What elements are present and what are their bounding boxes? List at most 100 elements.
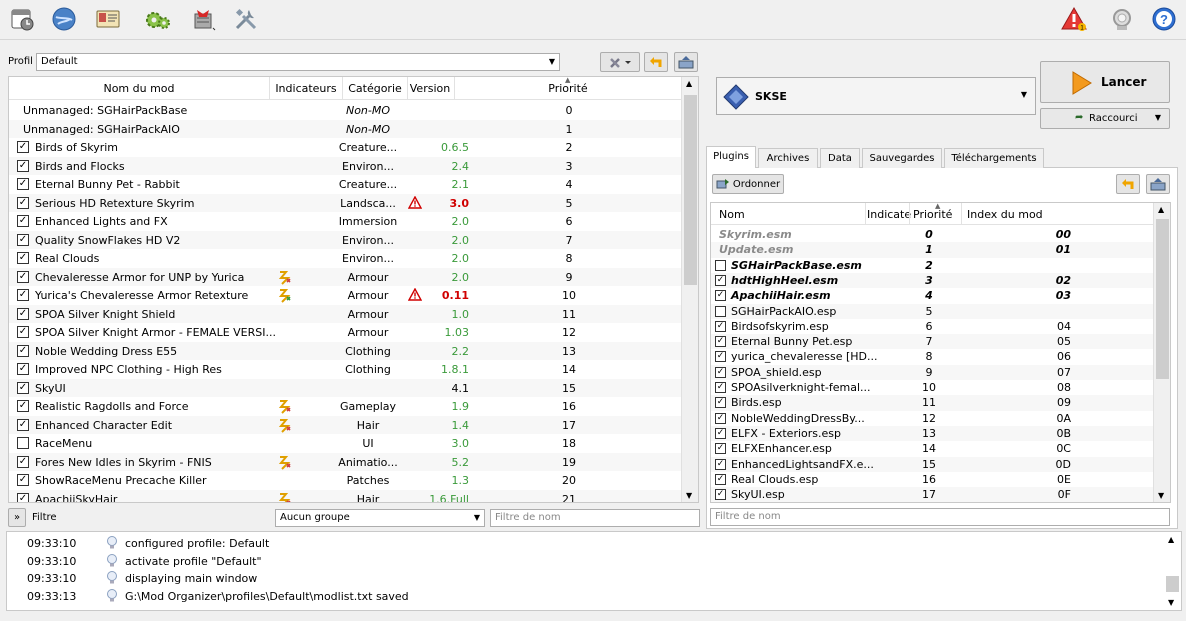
- mod-enabled-checkbox[interactable]: ✓: [17, 474, 29, 486]
- mod-row[interactable]: ✓ SPOA Silver Knight Shield Armour 1.0 11: [9, 304, 682, 323]
- plugin-row[interactable]: Skyrim.esm 0 00: [711, 227, 1155, 242]
- mod-row[interactable]: ✓ Quality SnowFlakes HD V2 Environ... 2.0 7: [9, 230, 682, 249]
- tools-icon[interactable]: [188, 4, 220, 34]
- mod-row[interactable]: ✓ Noble Wedding Dress E55 Clothing 2.2 13: [9, 341, 682, 360]
- plugin-enabled-checkbox[interactable]: ✓: [715, 489, 726, 501]
- plugin-enabled-checkbox[interactable]: ✓: [715, 320, 726, 332]
- plugin-row[interactable]: ✓ SkyUI.esp 17 0F: [711, 487, 1155, 502]
- mod-name-filter-input[interactable]: Filtre de nom: [490, 509, 700, 527]
- mod-row[interactable]: ✓ SkyUI 4.1 15: [9, 378, 682, 397]
- plugin-row[interactable]: SGHairPackBase.esm 2: [711, 258, 1155, 273]
- mod-row[interactable]: ✓ Serious HD Retexture Skyrim Landsca... 3.…: [9, 193, 682, 212]
- plugin-row[interactable]: ✓ Eternal Bunny Pet.esp 7 05: [711, 334, 1155, 350]
- mod-row[interactable]: ✓ Birds of Skyrim Creature... 0.6.5 2: [9, 138, 682, 157]
- scroll-down-icon[interactable]: ▼: [686, 491, 692, 500]
- mod-enabled-checkbox[interactable]: ✓: [17, 455, 29, 468]
- mod-enabled-checkbox[interactable]: ✓: [17, 233, 29, 246]
- scroll-down-icon[interactable]: ▼: [1158, 491, 1164, 500]
- scroll-down-icon[interactable]: ▼: [1168, 598, 1174, 607]
- mod-enabled-checkbox[interactable]: ✓: [17, 381, 29, 394]
- tab-archives[interactable]: Archives: [758, 148, 818, 168]
- plugin-enabled-checkbox[interactable]: [715, 259, 726, 271]
- mod-row[interactable]: ✓ Eternal Bunny Pet - Rabbit Creature... 2.…: [9, 175, 682, 194]
- tab-data[interactable]: Data: [820, 148, 860, 168]
- mod-enabled-checkbox[interactable]: ✓: [17, 418, 29, 431]
- col-flags-header[interactable]: Indicateurs: [270, 82, 342, 95]
- instance-icon[interactable]: [6, 4, 38, 34]
- plugin-enabled-checkbox[interactable]: ✓: [715, 290, 726, 302]
- plugin-col-flags-header[interactable]: Indicate: [867, 208, 911, 221]
- plugin-col-name-header[interactable]: Nom: [719, 208, 745, 221]
- plugin-row[interactable]: ✓ NobleWeddingDressBy... 12 0A: [711, 411, 1155, 426]
- plugin-enabled-checkbox[interactable]: ✓: [715, 336, 726, 348]
- mod-enabled-checkbox[interactable]: ✓: [17, 215, 29, 227]
- plugin-name-filter-input[interactable]: Filtre de nom: [710, 508, 1170, 526]
- scroll-up-icon[interactable]: ▲: [686, 79, 692, 88]
- mod-row[interactable]: ✓ Enhanced Lights and FX Immersion 2.0 6: [9, 212, 682, 231]
- mod-row[interactable]: ✓ Fores New Idles in Skyrim - FNIS Animati…: [9, 452, 682, 471]
- plugin-restore-button[interactable]: [1116, 174, 1140, 194]
- mod-enabled-checkbox[interactable]: ✓: [17, 289, 29, 301]
- plugin-enabled-checkbox[interactable]: ✓: [715, 274, 726, 286]
- plugin-col-index-header[interactable]: Index du mod: [967, 208, 1043, 221]
- mod-row[interactable]: Unmanaged: SGHairPackAIO Non-MO 1: [9, 119, 682, 138]
- mod-enabled-checkbox[interactable]: ✓: [17, 270, 29, 283]
- mod-row[interactable]: ✓ Real Clouds Environ... 2.0 8: [9, 249, 682, 268]
- plugin-enabled-checkbox[interactable]: ✓: [715, 473, 726, 485]
- mod-enabled-checkbox[interactable]: ✓: [17, 492, 29, 502]
- scroll-thumb[interactable]: [1156, 219, 1169, 379]
- plugin-row[interactable]: ✓ SPOAsilverknight-femal... 10 08: [711, 380, 1155, 395]
- problems-icon[interactable]: 1: [1058, 4, 1090, 34]
- plugin-enabled-checkbox[interactable]: ✓: [715, 382, 726, 393]
- scroll-thumb[interactable]: [1166, 576, 1179, 592]
- plugin-enabled-checkbox[interactable]: [715, 305, 726, 317]
- plugin-row[interactable]: ✓ Real Clouds.esp 16 0E: [711, 472, 1155, 487]
- restore-backup-button[interactable]: [644, 52, 668, 72]
- mod-enabled-checkbox[interactable]: ✓: [17, 400, 29, 412]
- profiles-icon[interactable]: [92, 4, 124, 34]
- mod-row[interactable]: ✓ Enhanced Character Edit Hair 1.4 17: [9, 415, 682, 434]
- plugin-row[interactable]: ✓ Birdsofskyrim.esp 6 04: [711, 319, 1155, 334]
- mod-enabled-checkbox[interactable]: ✓: [17, 178, 29, 190]
- mod-enabled-checkbox[interactable]: ✓: [17, 326, 29, 338]
- plugin-row[interactable]: ✓ EnhancedLightsandFX.e... 15 0D: [711, 456, 1155, 472]
- plugin-row[interactable]: ✓ yurica_chevaleresse [HD... 8 06: [711, 349, 1155, 364]
- executable-select[interactable]: SKSE ▼: [716, 77, 1036, 115]
- group-filter-select[interactable]: Aucun groupe ▼: [275, 509, 485, 527]
- plugin-row[interactable]: Update.esm 1 01: [711, 242, 1155, 258]
- plugin-row[interactable]: ✓ SPOA_shield.esp 9 07: [711, 364, 1155, 380]
- plugin-enabled-checkbox[interactable]: ✓: [715, 458, 726, 470]
- col-category-header[interactable]: Catégorie: [342, 82, 408, 95]
- mod-row[interactable]: RaceMenu UI 3.0 18: [9, 434, 682, 453]
- plugin-enabled-checkbox[interactable]: ✓: [715, 397, 726, 409]
- filter-toggle-button[interactable]: »: [8, 508, 26, 527]
- plugin-row[interactable]: ✓ ELFX - Exteriors.esp 13 0B: [711, 425, 1155, 442]
- mod-enabled-checkbox[interactable]: ✓: [17, 307, 29, 320]
- scroll-thumb[interactable]: [684, 95, 697, 285]
- mod-row[interactable]: ✓ ShowRaceMenu Precache Killer Patches 1.3 2…: [9, 471, 682, 490]
- plugin-backup-button[interactable]: [1146, 174, 1170, 194]
- mod-row[interactable]: ✓ Realistic Ragdolls and Force Gameplay 1.9…: [9, 397, 682, 416]
- mod-enabled-checkbox[interactable]: ✓: [17, 252, 29, 264]
- col-version-header[interactable]: Version: [407, 82, 453, 95]
- plugin-row[interactable]: ✓ ELFXEnhancer.esp 14 0C: [711, 441, 1155, 456]
- mod-enabled-checkbox[interactable]: ✓: [17, 159, 29, 172]
- mod-enabled-checkbox[interactable]: ✓: [17, 344, 29, 357]
- plugin-list-table[interactable]: Nom Indicate Priorité ▲ Index du mod Sky…: [710, 202, 1171, 503]
- mod-enabled-checkbox[interactable]: ✓: [17, 363, 29, 375]
- tab-saves[interactable]: Sauvegardes: [862, 148, 942, 168]
- mod-enabled-checkbox[interactable]: ✓: [17, 141, 29, 153]
- plugin-list-scrollbar[interactable]: ▲ ▼: [1153, 203, 1170, 502]
- help-icon[interactable]: ?: [1148, 4, 1180, 34]
- plugin-row[interactable]: ✓ Birds.esp 11 09: [711, 395, 1155, 411]
- mod-row[interactable]: ✓ Birds and Flocks Environ... 2.4 3: [9, 156, 682, 175]
- plugin-enabled-checkbox[interactable]: ✓: [715, 427, 726, 439]
- tab-plugins[interactable]: Plugins: [706, 146, 756, 168]
- launch-button[interactable]: Lancer: [1040, 61, 1170, 103]
- log-scrollbar[interactable]: ▲ ▼: [1164, 532, 1181, 610]
- tab-downloads[interactable]: Téléchargements: [944, 148, 1044, 168]
- mod-row[interactable]: ✓ Chevaleresse Armor for UNP by Yurica Arm…: [9, 267, 682, 286]
- plugin-row[interactable]: SGHairPackAIO.esp 5: [711, 303, 1155, 319]
- plugin-enabled-checkbox[interactable]: ✓: [715, 412, 726, 424]
- plugin-enabled-checkbox[interactable]: ✓: [715, 443, 726, 455]
